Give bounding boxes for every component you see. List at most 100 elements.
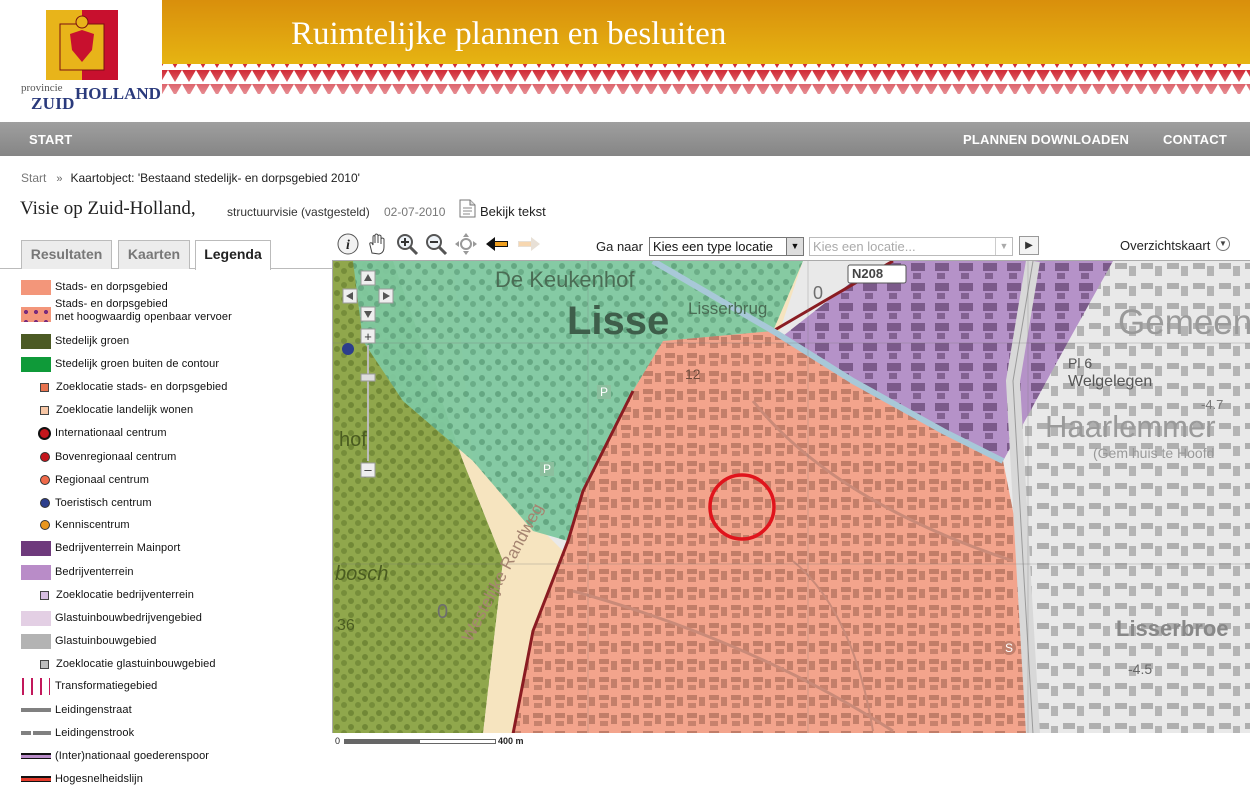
- map-label-welgelegen: Welgelegen: [1068, 373, 1153, 390]
- legend-label: Kenniscentrum: [55, 519, 130, 531]
- map-canvas[interactable]: + –: [333, 261, 1250, 733]
- dropdown-arrow-icon[interactable]: ▼: [995, 238, 1012, 255]
- scale-bar: 0 400 m: [332, 733, 532, 749]
- pan-hand-icon[interactable]: [365, 232, 389, 256]
- legend-swatch: [21, 753, 51, 759]
- legend-item: Zoeklocatie glastuinbouwgebied: [0, 656, 330, 676]
- map-label-12: 12: [685, 366, 701, 382]
- legend-swatch: [21, 357, 51, 372]
- map-view[interactable]: + – De Keukenhof Lisse Lisserbrug N208 G…: [332, 260, 1250, 733]
- scale-start: 0: [335, 736, 341, 746]
- legend-label: Zoeklocatie bedrijventerrein: [56, 589, 194, 601]
- header: provincie ZUID HOLLAND Ruimtelijke plann…: [0, 0, 1250, 122]
- legend-item: Stedelijk groen: [0, 333, 330, 353]
- legend-item: Internationaal centrum: [0, 425, 330, 445]
- legend-swatch: [21, 307, 51, 322]
- map-label-gem-huis: (Gem huis te Hoofd: [1093, 445, 1215, 461]
- legend-label: Stads- en dorpsgebied: [55, 281, 168, 293]
- scale-line: [344, 739, 496, 744]
- breadcrumb-current: Kaartobject: 'Bestaand stedelijk- en dor…: [70, 171, 360, 185]
- legend-item: Zoeklocatie landelijk wonen: [0, 402, 330, 422]
- legend-label: Stads- en dorpsgebied: [55, 298, 168, 310]
- legend-label: Zoeklocatie stads- en dorpsgebied: [56, 381, 228, 393]
- legend-item: Toeristisch centrum: [0, 495, 330, 515]
- legend-swatch: [40, 406, 49, 415]
- legend-swatch: [40, 520, 50, 530]
- legend-label: Stedelijk groen buiten de contour: [55, 358, 220, 370]
- legend-label: Leidingenstraat: [55, 704, 132, 716]
- logo-text-zuid: ZUID: [31, 94, 75, 113]
- legend-label: Toeristisch centrum: [55, 497, 152, 509]
- zoom-in-icon[interactable]: [395, 232, 419, 256]
- map-label-lisserbrug: Lisserbrug: [688, 299, 768, 318]
- legend-item: Transformatiegebied: [0, 678, 330, 698]
- logo[interactable]: provincie ZUID HOLLAND: [0, 0, 162, 122]
- legend-label: Hogesnelheidslijn: [55, 773, 143, 785]
- legend-swatch: [21, 634, 51, 649]
- legend-item: Glastuinbouwbedrijvengebied: [0, 610, 330, 630]
- legend-label: Bedrijventerrein Mainport: [55, 542, 181, 554]
- breadcrumb-start[interactable]: Start: [21, 171, 46, 185]
- chevron-down-icon[interactable]: ▼: [1216, 237, 1230, 251]
- breadcrumb: Start » Kaartobject: 'Bestaand stedelijk- …: [21, 171, 360, 185]
- legend-label: Glastuinbouwbedrijvengebied: [55, 612, 203, 624]
- logo-text-holland: HOLLAND: [75, 84, 161, 103]
- dropdown-arrow-icon[interactable]: ▼: [786, 238, 803, 255]
- legend-swatch: [40, 660, 49, 669]
- zoom-out-icon[interactable]: [424, 232, 448, 256]
- go-button[interactable]: ▶: [1019, 236, 1039, 255]
- legend-label: Transformatiegebied: [55, 680, 158, 692]
- breadcrumb-separator: »: [56, 173, 63, 185]
- site-title: Ruimtelijke plannen en besluiten: [291, 16, 727, 52]
- svg-text:i: i: [346, 238, 350, 253]
- legend-item: Stads- en dorpsgebied: [0, 279, 330, 299]
- legend-item: Glastuinbouwgebied: [0, 633, 330, 653]
- map-label-bosch: bosch: [335, 563, 389, 585]
- map-label-road: N208: [852, 266, 884, 281]
- legend-item: Stads- en dorpsgebied met hoogwaardig ope…: [0, 298, 330, 323]
- nav-start[interactable]: START: [29, 132, 72, 147]
- overview-map-toggle[interactable]: Overzichtskaart: [1120, 238, 1210, 253]
- tab-kaarten[interactable]: Kaarten: [118, 240, 190, 269]
- legend-item: Regionaal centrum: [0, 472, 330, 492]
- play-arrow-icon: ▶: [1025, 240, 1033, 251]
- location-type-value: Kies een type locatie: [653, 239, 773, 254]
- legend-item: Bovenregionaal centrum: [0, 449, 330, 469]
- next-extent-icon[interactable]: [512, 232, 542, 256]
- legend-swatch: [21, 280, 51, 295]
- info-icon[interactable]: i: [336, 232, 360, 256]
- tab-resultaten[interactable]: Resultaten: [21, 240, 112, 269]
- legend-swatch: [21, 611, 51, 626]
- document-icon[interactable]: [459, 199, 476, 218]
- legend-swatch: [21, 334, 51, 349]
- legend-label: Regionaal centrum: [55, 474, 150, 486]
- map-label-36: 36: [337, 617, 355, 634]
- legend-swatch: [21, 776, 51, 782]
- legend-swatch: [40, 383, 49, 392]
- legend-item: Leidingenstraat: [0, 702, 330, 722]
- location-input[interactable]: Kies een locatie... ▼: [809, 237, 1013, 256]
- map-label-zero: 0: [813, 283, 824, 303]
- legend-item: Zoeklocatie stads- en dorpsgebied: [0, 379, 330, 399]
- legend-swatch: [40, 498, 50, 508]
- map-label-parking-1: P: [597, 385, 612, 399]
- main-nav: START PLANNEN DOWNLOADEN CONTACT: [0, 122, 1250, 156]
- view-text-link[interactable]: Bekijk tekst: [480, 204, 546, 219]
- legend-swatch: [21, 541, 51, 556]
- legend-label: Bovenregionaal centrum: [55, 451, 177, 463]
- tab-legenda[interactable]: Legenda: [195, 240, 271, 270]
- crest-icon: [46, 10, 118, 80]
- plan-date: 02-07-2010: [384, 205, 446, 219]
- map-label-parking-2: P: [540, 462, 555, 476]
- legend-swatch: [22, 678, 50, 695]
- legend-item: Kenniscentrum: [0, 517, 330, 537]
- nav-plannen-downloaden[interactable]: PLANNEN DOWNLOADEN: [963, 132, 1129, 147]
- nav-contact[interactable]: CONTACT: [1163, 132, 1227, 147]
- location-type-select[interactable]: Kies een type locatie ▼: [649, 237, 804, 256]
- legend-panel: Stads- en dorpsgebied Stads- en dorpsgebi…: [0, 272, 332, 799]
- map-label-lisserbroek: Lisserbroe: [1116, 616, 1229, 641]
- full-extent-icon[interactable]: [454, 232, 478, 256]
- map-label-pl6: Pl 6: [1068, 355, 1093, 371]
- previous-extent-icon[interactable]: [484, 232, 514, 256]
- legend-item: Bedrijventerrein Mainport: [0, 540, 330, 560]
